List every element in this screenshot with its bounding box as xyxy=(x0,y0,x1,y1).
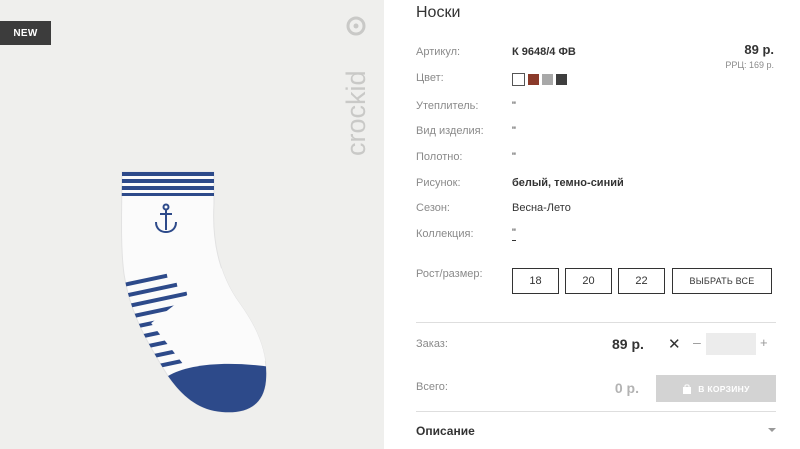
article-value: К 9648/4 ФВ xyxy=(512,46,576,58)
color-swatch-gray[interactable] xyxy=(542,74,553,85)
order-price: 89 р. xyxy=(612,336,644,352)
color-swatches xyxy=(512,73,567,86)
bag-icon xyxy=(683,383,692,394)
pattern-value: белый, темно-синий xyxy=(512,177,624,189)
decrease-quantity-button[interactable]: – xyxy=(693,334,701,350)
times-icon: ✕ xyxy=(668,336,681,353)
color-swatch-white[interactable] xyxy=(512,73,525,86)
product-image-panel: NEW crockid xyxy=(0,0,384,449)
item-type-value: " xyxy=(512,125,516,137)
color-label: Цвет: xyxy=(416,72,444,84)
color-swatch-brown[interactable] xyxy=(528,74,539,85)
collection-link[interactable]: " xyxy=(512,228,516,241)
add-to-cart-button[interactable]: В КОРЗИНУ xyxy=(656,375,776,402)
size-options: 18 20 22 ВЫБРАТЬ ВСЕ xyxy=(512,268,772,294)
brand-logo: crockid xyxy=(341,16,371,156)
total-value: 0 р. xyxy=(614,380,639,396)
total-label: Всего: xyxy=(416,381,448,393)
chevron-down-icon[interactable] xyxy=(767,426,777,434)
divider xyxy=(416,322,776,323)
product-price: 89 р. xyxy=(744,42,774,57)
size-label: Рост/размер: xyxy=(416,268,483,280)
divider xyxy=(416,411,776,412)
description-toggle[interactable]: Описание xyxy=(416,424,475,438)
size-option-22[interactable]: 22 xyxy=(618,268,665,294)
quantity-input[interactable] xyxy=(706,333,756,355)
add-to-cart-label: В КОРЗИНУ xyxy=(698,383,750,394)
item-type-label: Вид изделия: xyxy=(416,125,484,137)
sock-image xyxy=(121,171,267,413)
order-label: Заказ: xyxy=(416,338,448,350)
select-all-sizes-button[interactable]: ВЫБРАТЬ ВСЕ xyxy=(672,268,772,294)
size-option-18[interactable]: 18 xyxy=(512,268,559,294)
season-label: Сезон: xyxy=(416,202,450,214)
insulation-value: " xyxy=(512,100,516,112)
fabric-value: " xyxy=(512,151,516,163)
article-label: Артикул: xyxy=(416,46,461,58)
brand-logo-text: crockid xyxy=(341,70,371,156)
product-rrp: РРЦ: 169 р. xyxy=(725,60,774,70)
season-value: Весна-Лето xyxy=(512,202,571,214)
insulation-label: Утеплитель: xyxy=(416,100,479,112)
product-info: Носки Артикул: К 9648/4 ФВ 89 р. РРЦ: 16… xyxy=(416,0,778,449)
product-title: Носки xyxy=(416,4,461,21)
fabric-label: Полотно: xyxy=(416,151,463,163)
increase-quantity-button[interactable]: + xyxy=(760,335,768,350)
new-badge: NEW xyxy=(0,21,51,45)
pattern-label: Рисунок: xyxy=(416,177,461,189)
color-swatch-dark[interactable] xyxy=(556,74,567,85)
size-option-20[interactable]: 20 xyxy=(565,268,612,294)
collection-label: Коллекция: xyxy=(416,228,474,240)
